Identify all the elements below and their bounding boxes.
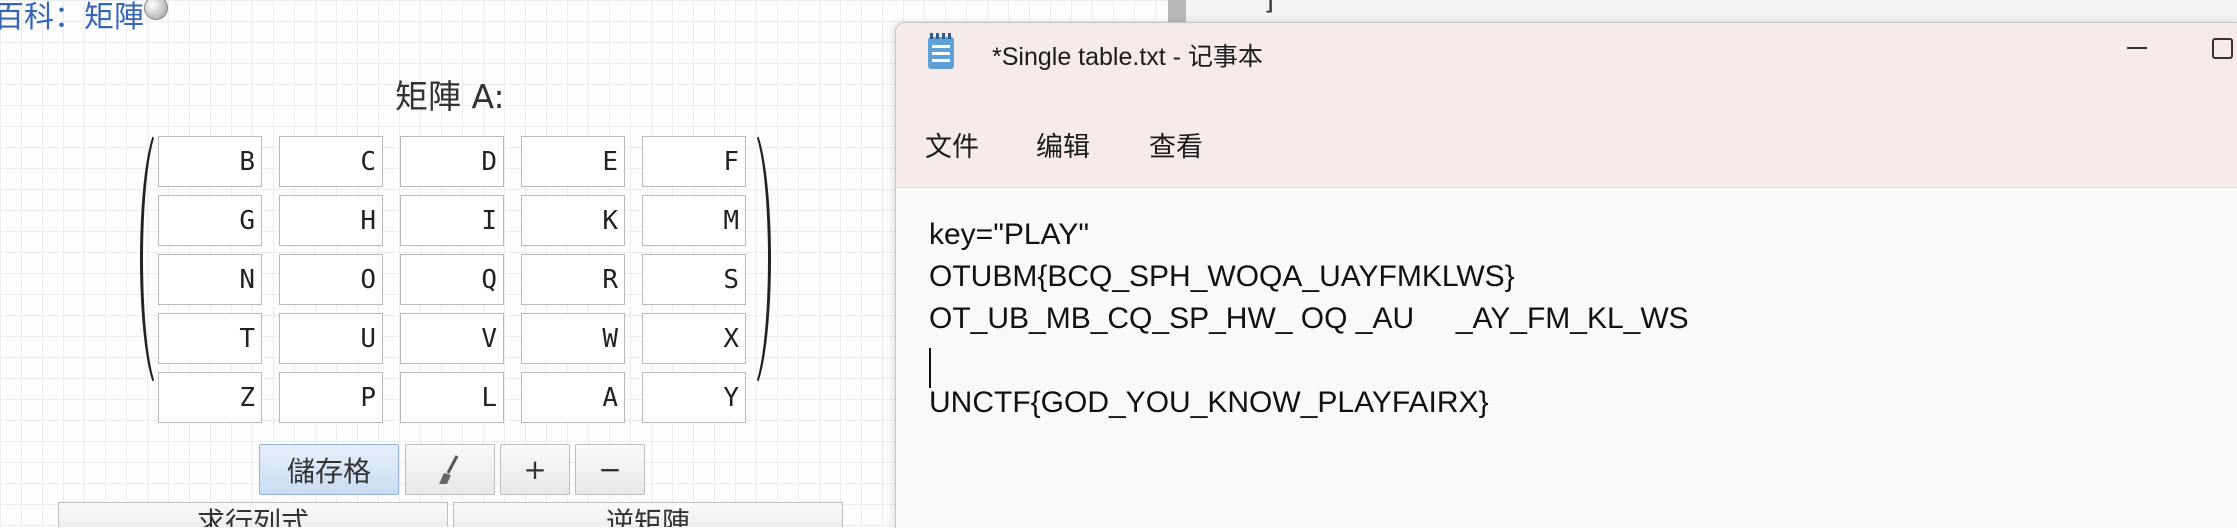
window-title: *Single table.txt - 记事本 — [992, 43, 1263, 71]
matrix-cell-input[interactable]: Z — [158, 372, 262, 423]
text-line: key="PLAY" — [929, 218, 1089, 251]
matrix-cell-input[interactable]: T — [158, 313, 262, 364]
matrix-cell-input[interactable]: S — [642, 254, 746, 305]
background-window-text: ] — [1262, 0, 1278, 16]
matrix-cell-input[interactable]: D — [400, 136, 504, 187]
matrix-cell-input[interactable]: A — [521, 372, 625, 423]
matrix-cell-input[interactable]: P — [279, 372, 383, 423]
matrix-cell-input[interactable]: O — [279, 254, 383, 305]
minimize-button[interactable] — [2106, 23, 2166, 69]
matrix-cell-input[interactable]: G — [158, 195, 262, 246]
matrix-cell-input[interactable]: V — [400, 313, 504, 364]
matrix-cell-input[interactable]: X — [642, 313, 746, 364]
add-row-button[interactable]: + — [500, 444, 570, 495]
matrix-cell-input[interactable]: E — [521, 136, 625, 187]
page-heading[interactable]: 百科：矩陣 — [0, 0, 168, 36]
store-cells-button[interactable]: 儲存格 — [259, 444, 399, 495]
globe-icon — [144, 0, 168, 20]
notepad-window: *Single table.txt - 记事本 文件 编辑 查看 key="PL… — [895, 22, 2237, 528]
matrix-cell-input[interactable]: Y — [642, 372, 746, 423]
notepad-icon — [928, 33, 954, 69]
title-bar[interactable]: *Single table.txt - 记事本 — [896, 23, 2237, 95]
determinant-button[interactable]: 求行列式 — [58, 502, 448, 527]
matrix-cell-input[interactable]: H — [279, 195, 383, 246]
matrix-cell-input[interactable]: M — [642, 195, 746, 246]
text-editor[interactable]: key="PLAY" OTUBM{BCQ_SPH_WOQA_UAYFMKLWS}… — [896, 187, 2237, 528]
brush-icon — [439, 454, 459, 484]
text-caret — [929, 348, 931, 388]
background-scrollbar[interactable] — [1168, 0, 1186, 24]
matrix-cell-input[interactable]: N — [158, 254, 262, 305]
remove-row-button[interactable]: − — [575, 444, 645, 495]
text-line: OTUBM{BCQ_SPH_WOQA_UAYFMKLWS} — [929, 260, 1515, 293]
menu-view[interactable]: 查看 — [1149, 125, 1203, 164]
matrix-cell-input[interactable]: U — [279, 313, 383, 364]
matrix-cell-input[interactable]: I — [400, 195, 504, 246]
matrix-cell-input[interactable]: K — [521, 195, 625, 246]
matrix-cell-input[interactable]: Q — [400, 254, 504, 305]
clear-button[interactable] — [405, 444, 495, 495]
matrix-title: 矩陣 A: — [395, 77, 505, 116]
menu-file[interactable]: 文件 — [925, 125, 979, 164]
page-heading-text[interactable]: 百科：矩陣 — [0, 0, 144, 35]
matrix-cell-input[interactable]: C — [279, 136, 383, 187]
text-line: UNCTF{GOD_YOU_KNOW_PLAYFAIRX} — [929, 386, 1489, 419]
inverse-matrix-button[interactable]: 逆矩陣 — [453, 502, 843, 527]
maximize-button[interactable] — [2192, 23, 2237, 69]
text-line: OT_UB_MB_CQ_SP_HW_ OQ _AU _AY_FM_KL_WS — [929, 302, 1689, 335]
matrix-grid: BCDEF GHIKM NOQRS TUVWX ZPLAY — [158, 136, 746, 423]
menu-edit[interactable]: 编辑 — [1036, 125, 1090, 164]
matrix-cell-input[interactable]: R — [521, 254, 625, 305]
matrix-cell-input[interactable]: W — [521, 313, 625, 364]
menu-bar: 文件 编辑 查看 — [896, 95, 2237, 187]
matrix-cell-input[interactable]: B — [158, 136, 262, 187]
matrix-cell-input[interactable]: F — [642, 136, 746, 187]
matrix-cell-input[interactable]: L — [400, 372, 504, 423]
